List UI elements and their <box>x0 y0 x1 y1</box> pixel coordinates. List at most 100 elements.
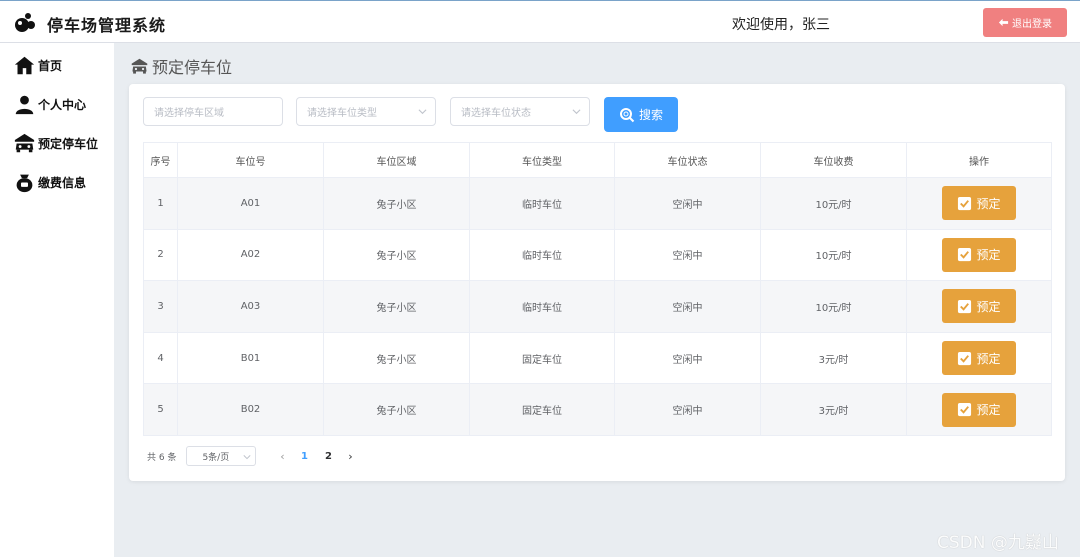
check-square-icon <box>958 248 972 262</box>
status-select-placeholder: 请选择车位状态 <box>461 108 531 119</box>
cell-fee: 3元/时 <box>760 332 907 385</box>
cell-type: 固定车位 <box>469 332 615 385</box>
sidebar-item-label: 个人中心 <box>38 97 87 112</box>
search-icon <box>619 107 635 122</box>
cell-status: 空闲中 <box>614 280 761 333</box>
check-square-icon <box>958 351 972 365</box>
parking-table: 序号 车位号 车位区域 车位类型 车位状态 车位收费 操作 1 A01 兔子小区… <box>143 142 1052 436</box>
reserve-button[interactable]: 预定 <box>942 289 1016 324</box>
welcome-text: 欢迎使用，张三 <box>732 17 830 33</box>
cell-fee: 10元/时 <box>760 229 907 282</box>
cell-type: 临时车位 <box>469 229 615 282</box>
type-select-placeholder: 请选择车位类型 <box>307 108 377 119</box>
cell-status: 空闲中 <box>614 383 761 436</box>
reserve-label: 预定 <box>976 248 1001 263</box>
logout-label: 退出登录 <box>1012 19 1052 30</box>
watermark: CSDN @九嶷山 <box>937 533 1059 553</box>
logout-button[interactable]: 退出登录 <box>983 8 1067 37</box>
sidebar-item-reserve[interactable]: 预定停车位 <box>14 131 98 155</box>
column-header: 序号 <box>143 142 178 178</box>
cell-area: 兔子小区 <box>323 332 470 385</box>
reserve-button[interactable]: 预定 <box>942 341 1016 376</box>
cell-action: 预定 <box>906 177 1052 230</box>
cell-spot-number: A02 <box>177 229 324 282</box>
home-icon <box>14 56 35 74</box>
check-square-icon <box>958 299 972 314</box>
type-select[interactable]: 请选择车位类型 <box>296 97 436 126</box>
chevron-down-icon <box>243 455 251 460</box>
column-header: 车位区域 <box>323 142 470 178</box>
next-page-button[interactable]: › <box>340 450 360 463</box>
cell-fee: 10元/时 <box>760 177 907 230</box>
page-title: 预定停车位 <box>131 54 232 78</box>
status-select[interactable]: 请选择车位状态 <box>450 97 590 126</box>
logout-icon <box>998 18 1009 27</box>
table-row: 1 A01 兔子小区 临时车位 空闲中 10元/时 预定 <box>143 177 1052 230</box>
cell-status: 空闲中 <box>614 332 761 385</box>
cell-index: 1 <box>143 177 178 230</box>
cell-type: 临时车位 <box>469 280 615 333</box>
cell-index: 2 <box>143 229 178 282</box>
table-row: 2 A02 兔子小区 临时车位 空闲中 10元/时 预定 <box>143 229 1052 282</box>
column-header: 车位号 <box>177 142 324 178</box>
reserve-label: 预定 <box>976 196 1001 211</box>
cell-status: 空闲中 <box>614 177 761 230</box>
cell-action: 预定 <box>906 332 1052 385</box>
page-number-1[interactable]: 1 <box>292 451 316 462</box>
user-icon <box>15 95 34 114</box>
page-title-text: 预定停车位 <box>152 58 233 77</box>
cell-action: 预定 <box>906 280 1052 333</box>
logo-icon <box>15 13 35 32</box>
area-select-placeholder: 请选择停车区域 <box>154 108 224 119</box>
search-label: 搜索 <box>638 108 663 122</box>
cell-area: 兔子小区 <box>323 280 470 333</box>
table-row: 4 B01 兔子小区 固定车位 空闲中 3元/时 预定 <box>143 332 1052 385</box>
content-card: 请选择停车区域 请选择车位类型 请选择车位状态 搜索 序号 车位号 车位区域 车… <box>129 84 1065 481</box>
prev-page-button[interactable]: ‹ <box>272 450 292 463</box>
cell-index: 3 <box>143 280 178 333</box>
page-size-select[interactable]: 5条/页 <box>186 446 257 466</box>
sidebar-item-label: 首页 <box>38 58 63 73</box>
column-header: 车位收费 <box>760 142 907 178</box>
cell-action: 预定 <box>906 229 1052 282</box>
cell-area: 兔子小区 <box>323 229 470 282</box>
column-header: 车位状态 <box>614 142 761 178</box>
app-title: 停车场管理系统 <box>47 16 167 35</box>
table-row: 5 B02 兔子小区 固定车位 空闲中 3元/时 预定 <box>143 383 1052 436</box>
reserve-label: 预定 <box>976 403 1001 418</box>
cell-spot-number: A03 <box>177 280 324 333</box>
cell-index: 5 <box>143 383 178 436</box>
search-button[interactable]: 搜索 <box>604 97 678 132</box>
cell-spot-number: B01 <box>177 332 324 385</box>
reserve-label: 预定 <box>976 351 1001 366</box>
check-square-icon <box>958 196 972 210</box>
chevron-down-icon <box>418 109 427 115</box>
car-icon <box>14 133 35 152</box>
cell-type: 固定车位 <box>469 383 615 436</box>
cell-spot-number: A01 <box>177 177 324 230</box>
cell-fee: 10元/时 <box>760 280 907 333</box>
sidebar-item-label: 预定停车位 <box>38 136 99 151</box>
sidebar: 首页 个人中心 预定停车位 缴费信息 <box>0 43 114 557</box>
reserve-button[interactable]: 预定 <box>942 392 1016 427</box>
cell-action: 预定 <box>906 383 1052 436</box>
cell-type: 临时车位 <box>469 177 615 230</box>
sidebar-item-payment[interactable]: 缴费信息 <box>14 170 86 194</box>
reserve-button[interactable]: 预定 <box>942 237 1016 272</box>
column-header: 操作 <box>906 142 1052 178</box>
check-square-icon <box>958 403 972 417</box>
reserve-button[interactable]: 预定 <box>942 186 1016 221</box>
chevron-down-icon <box>572 109 581 115</box>
pagination: 共 6 条 5条/页 ‹ 1 2 › <box>147 446 360 466</box>
top-header: 停车场管理系统 欢迎使用，张三 退出登录 <box>0 0 1080 43</box>
sidebar-item-profile[interactable]: 个人中心 <box>14 92 86 116</box>
cell-fee: 3元/时 <box>760 383 907 436</box>
sidebar-item-home[interactable]: 首页 <box>14 53 62 77</box>
cell-spot-number: B02 <box>177 383 324 436</box>
page-size-value: 5条/页 <box>202 452 230 463</box>
cell-index: 4 <box>143 332 178 385</box>
area-select[interactable]: 请选择停车区域 <box>143 97 283 126</box>
sidebar-item-label: 缴费信息 <box>38 175 87 190</box>
page-number-2[interactable]: 2 <box>316 451 340 462</box>
cell-area: 兔子小区 <box>323 383 470 436</box>
